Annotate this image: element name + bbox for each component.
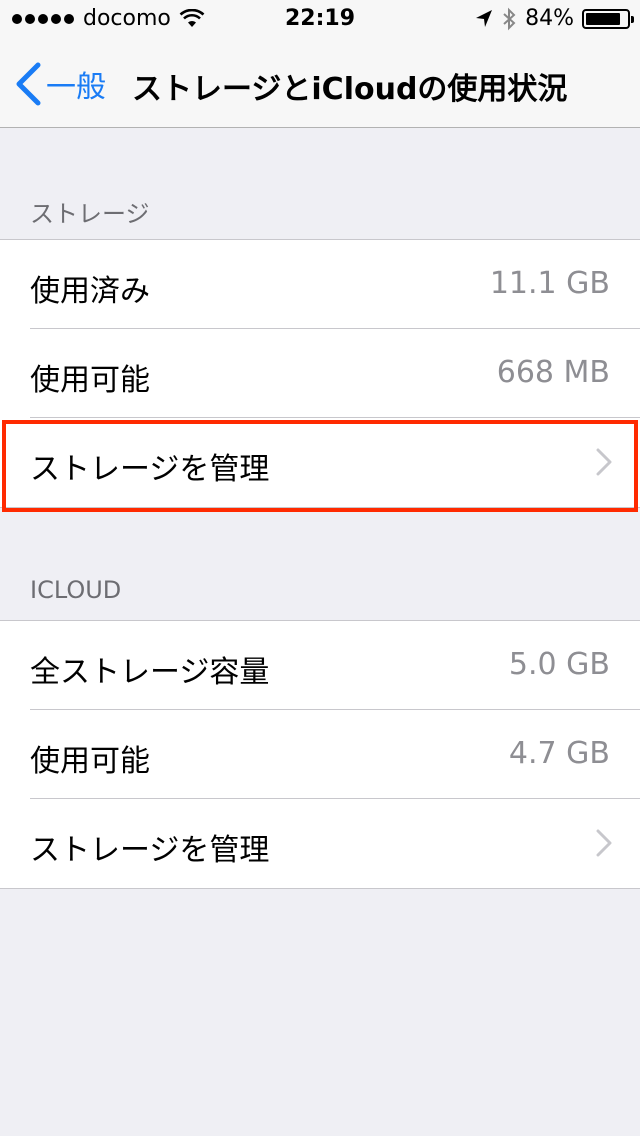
row-icloud-manage-storage[interactable]: ストレージを管理	[0, 798, 640, 888]
chevron-left-icon	[16, 62, 41, 106]
row-storage-available: 使用可能 668 MB	[0, 328, 640, 418]
battery-percent: 84%	[525, 6, 574, 31]
navigation-bar: 一般 ストレージとiCloudの使用状況	[0, 40, 640, 128]
storage-group: 使用済み 11.1 GB 使用可能 668 MB ストレージを管理	[0, 239, 640, 508]
section-header-icloud: ICLOUD	[30, 576, 122, 604]
back-button[interactable]: 一般	[14, 62, 106, 106]
icloud-group: 全ストレージ容量 5.0 GB 使用可能 4.7 GB ストレージを管理	[0, 620, 640, 889]
row-manage-storage[interactable]: ストレージを管理	[0, 417, 640, 507]
row-icloud-total: 全ストレージ容量 5.0 GB	[0, 621, 640, 710]
chevron-right-icon	[596, 829, 612, 857]
back-label: 一般	[46, 70, 106, 105]
battery-icon	[582, 8, 634, 29]
row-storage-used: 使用済み 11.1 GB	[0, 240, 640, 329]
status-bar: docomo 22:19 84%	[0, 0, 640, 40]
row-label: 全ストレージ容量	[30, 655, 270, 690]
status-right: 84%	[475, 6, 634, 31]
chevron-right-icon	[596, 448, 612, 476]
row-value: 11.1 GB	[489, 266, 610, 301]
row-label: 使用済み	[30, 274, 150, 309]
page-title: ストレージとiCloudの使用状況	[132, 72, 568, 107]
row-value: 5.0 GB	[508, 647, 610, 682]
row-icloud-available: 使用可能 4.7 GB	[0, 709, 640, 799]
row-label: ストレージを管理	[30, 452, 270, 487]
row-value: 4.7 GB	[508, 736, 610, 771]
row-label: ストレージを管理	[30, 833, 270, 868]
location-arrow-icon	[476, 9, 493, 27]
row-label: 使用可能	[30, 363, 150, 398]
section-header-storage: ストレージ	[30, 200, 150, 228]
battery-fill	[586, 12, 620, 25]
row-value: 668 MB	[496, 355, 610, 390]
row-label: 使用可能	[30, 744, 150, 779]
bluetooth-icon	[503, 7, 516, 30]
